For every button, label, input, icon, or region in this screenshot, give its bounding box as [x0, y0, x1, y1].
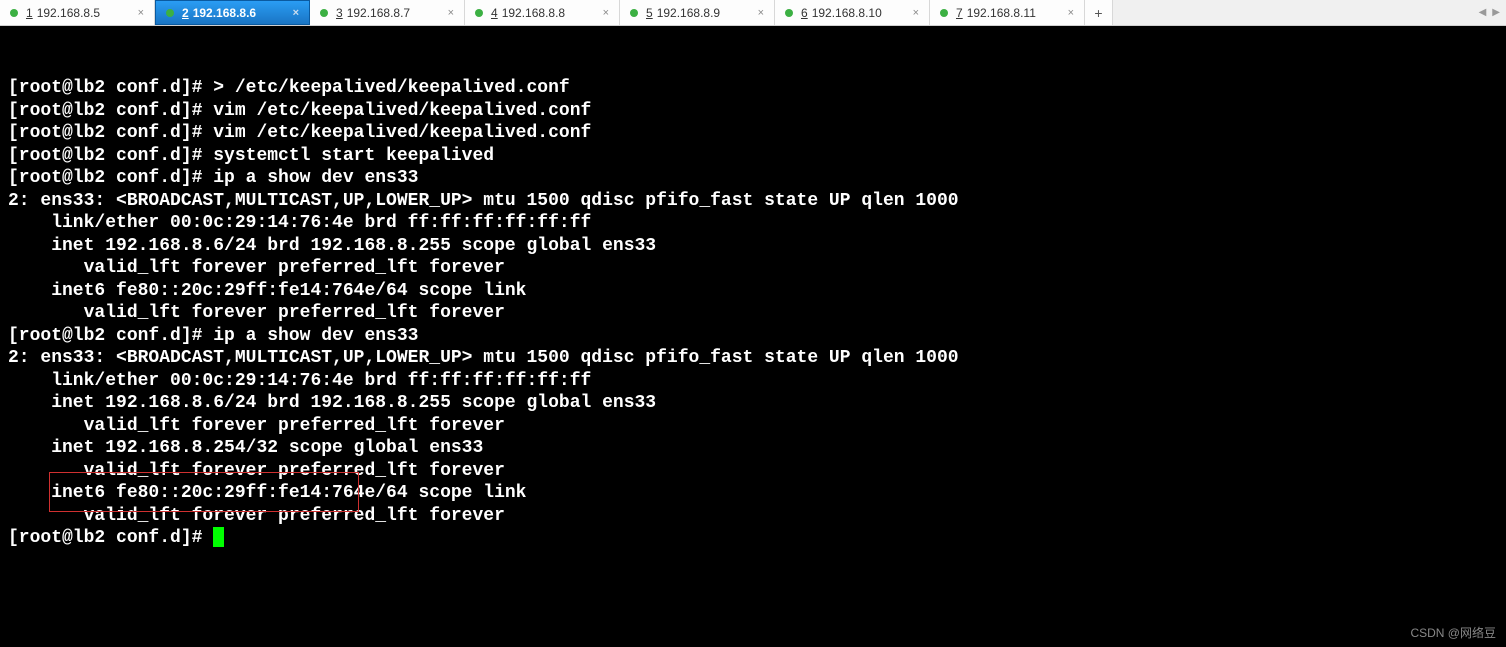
tab-label: 192.168.8.11 [967, 6, 1036, 20]
close-icon[interactable]: × [285, 7, 299, 19]
tab-192-168-8-11[interactable]: 7 192.168.8.11 × [930, 0, 1085, 25]
tab-number: 1 [26, 6, 33, 20]
tab-number: 5 [646, 6, 653, 20]
tab-192-168-8-9[interactable]: 5 192.168.8.9 × [620, 0, 775, 25]
status-dot-icon [166, 9, 174, 17]
terminal-output[interactable]: [root@lb2 conf.d]# > /etc/keepalived/kee… [0, 26, 1506, 647]
tab-label: 192.168.8.9 [657, 6, 720, 20]
status-dot-icon [940, 9, 948, 17]
tab-bar: 1 192.168.8.5×2 192.168.8.6×3 192.168.8.… [0, 0, 1506, 26]
tab-nav-arrows[interactable]: ◀ ▶ [1473, 0, 1506, 25]
status-dot-icon [10, 9, 18, 17]
tab-192-168-8-10[interactable]: 6 192.168.8.10 × [775, 0, 930, 25]
nav-right-icon[interactable]: ▶ [1492, 7, 1500, 18]
tab-label: 192.168.8.8 [502, 6, 565, 20]
tab-192-168-8-8[interactable]: 4 192.168.8.8 × [465, 0, 620, 25]
tab-192-168-8-6[interactable]: 2 192.168.8.6 × [155, 0, 310, 25]
tab-label: 192.168.8.7 [347, 6, 410, 20]
status-dot-icon [475, 9, 483, 17]
tab-number: 6 [801, 6, 808, 20]
tab-192-168-8-5[interactable]: 1 192.168.8.5 × [0, 0, 155, 25]
add-tab-button[interactable]: + [1085, 0, 1113, 25]
tab-label: 192.168.8.5 [37, 6, 100, 20]
tab-number: 3 [336, 6, 343, 20]
tab-number: 7 [956, 6, 963, 20]
status-dot-icon [320, 9, 328, 17]
close-icon[interactable]: × [440, 7, 454, 19]
cursor [213, 527, 224, 547]
status-dot-icon [630, 9, 638, 17]
tab-label: 192.168.8.6 [193, 6, 256, 20]
tab-label: 192.168.8.10 [812, 6, 882, 20]
close-icon[interactable]: × [905, 7, 919, 19]
tab-192-168-8-7[interactable]: 3 192.168.8.7 × [310, 0, 465, 25]
status-dot-icon [785, 9, 793, 17]
close-icon[interactable]: × [595, 7, 609, 19]
nav-left-icon[interactable]: ◀ [1479, 7, 1487, 18]
watermark: CSDN @网络豆 [1410, 624, 1496, 641]
close-icon[interactable]: × [1060, 7, 1074, 19]
tab-number: 2 [182, 6, 189, 20]
close-icon[interactable]: × [750, 7, 764, 19]
close-icon[interactable]: × [130, 7, 144, 19]
tab-number: 4 [491, 6, 498, 20]
